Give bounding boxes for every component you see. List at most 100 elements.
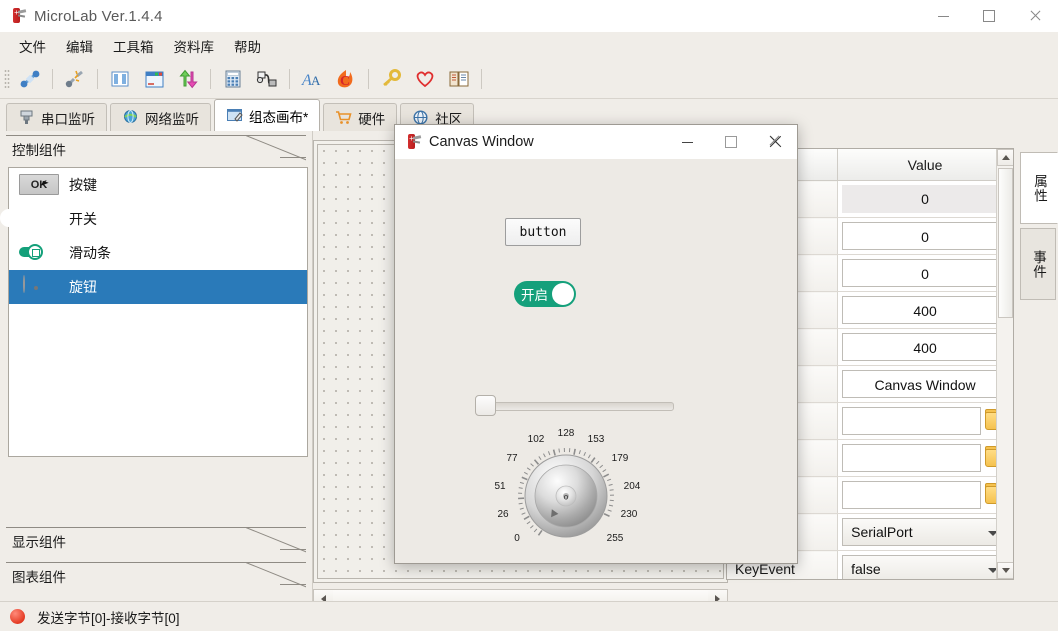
property-value: 0: [837, 254, 1013, 292]
toolbar: AA C: [0, 60, 1058, 99]
swiss-knife-icon: +: [8, 7, 27, 25]
tab-label: 硬件: [358, 111, 386, 127]
knob-tick-255: 255: [607, 533, 624, 544]
dialog-minimize-button[interactable]: [665, 125, 709, 159]
dialog-title: Canvas Window: [429, 134, 534, 150]
property-value: [837, 476, 1013, 514]
columns-view-icon[interactable]: [104, 63, 136, 95]
ok-button-icon: OK: [19, 174, 59, 196]
slider-handle[interactable]: [475, 395, 496, 416]
value-input[interactable]: 400: [842, 333, 1008, 361]
property-value: [837, 402, 1013, 440]
swiss-knife-icon: +: [403, 133, 422, 151]
knob-center-label: o: [564, 493, 569, 502]
canvas-knob-widget[interactable]: o 0 26 51 77 102 128 153 179 204 230 255: [494, 428, 644, 558]
tab-label: 组态画布*: [249, 109, 309, 125]
list-item-slider[interactable]: 滑动条: [9, 236, 307, 270]
tab-network-monitor[interactable]: 网络监听: [110, 103, 211, 131]
value-input[interactable]: 400: [842, 296, 1008, 324]
property-vertical-scrollbar[interactable]: [996, 149, 1013, 579]
menu-toolbox[interactable]: 工具箱: [104, 33, 163, 59]
knob-tick-26: 26: [497, 509, 509, 520]
heart-icon[interactable]: [409, 63, 441, 95]
key-icon[interactable]: [375, 63, 407, 95]
tab-label: 网络监听: [145, 111, 199, 127]
tab-serial-monitor[interactable]: 串口监听: [6, 103, 107, 131]
svg-text:C: C: [340, 74, 350, 89]
component-sidebar: 控制组件 OK 按键 开关 滑动条 旋钮 显示组件 图表组件: [0, 131, 313, 601]
sidebar-section-control[interactable]: 控制组件: [6, 135, 306, 162]
flame-c-icon[interactable]: C: [330, 63, 362, 95]
value-combobox[interactable]: false: [842, 555, 1008, 579]
svg-text:A: A: [311, 73, 321, 88]
toolbar-grip[interactable]: [4, 69, 10, 89]
tab-canvas-designer[interactable]: 组态画布*: [214, 99, 321, 131]
calculator-icon[interactable]: [217, 63, 249, 95]
knob-tick-102: 102: [528, 434, 545, 445]
value-combobox[interactable]: SerialPort: [842, 518, 1008, 546]
canvas-toggle-widget[interactable]: 开启: [514, 281, 576, 307]
knob-tick-128: 128: [558, 428, 575, 439]
list-item-label: 旋钮: [69, 279, 97, 295]
menu-edit[interactable]: 编辑: [57, 33, 102, 59]
canvas-button-widget[interactable]: button: [505, 218, 581, 246]
list-item-label: 开关: [69, 211, 97, 227]
toggle-label: 开启: [521, 288, 548, 303]
dialog-close-button[interactable]: [753, 125, 797, 159]
list-item-knob[interactable]: 旋钮: [9, 270, 307, 304]
section-title: 图表组件: [12, 570, 66, 585]
property-value: false: [837, 550, 1013, 579]
close-button[interactable]: [1012, 0, 1058, 32]
vtab-events[interactable]: 事件: [1020, 228, 1056, 300]
menu-help[interactable]: 帮助: [225, 33, 270, 59]
knob-tick-179: 179: [612, 453, 629, 464]
dialog-maximize-button[interactable]: [709, 125, 753, 159]
sidebar-section-display[interactable]: 显示组件: [6, 527, 306, 554]
minimize-button[interactable]: [920, 0, 966, 32]
combo-selected-value: SerialPort: [851, 524, 913, 540]
font-ascii-icon[interactable]: AA: [296, 63, 328, 95]
list-item-switch[interactable]: 开关: [0, 202, 307, 236]
value-input[interactable]: [842, 444, 981, 472]
knob-tick-0: 0: [514, 533, 520, 544]
status-text: 发送字节[0]-接收字节[0]: [37, 610, 180, 626]
menu-library[interactable]: 资料库: [165, 33, 224, 59]
knob-tick-204: 204: [624, 481, 641, 492]
canvas-slider-widget[interactable]: [475, 394, 674, 416]
scroll-up-button[interactable]: [997, 149, 1013, 166]
tab-hardware[interactable]: 硬件: [323, 103, 398, 131]
serial-port-icon: [18, 109, 35, 126]
vtab-label: 属性: [1032, 173, 1047, 203]
canvas-window-dialog[interactable]: + Canvas Window button 开启 o 0 26 51 77 1…: [394, 124, 798, 564]
disconnect-plug-icon[interactable]: [59, 63, 91, 95]
connect-plug-icon[interactable]: [14, 63, 46, 95]
value-input[interactable]: [842, 407, 981, 435]
maximize-button[interactable]: [966, 0, 1012, 32]
list-item-label: 滑动条: [69, 245, 111, 261]
scroll-down-button[interactable]: [997, 562, 1013, 579]
network-node-icon[interactable]: [251, 63, 283, 95]
book-icon[interactable]: [443, 63, 475, 95]
value-input[interactable]: 0: [842, 222, 1008, 250]
updown-arrows-icon[interactable]: [172, 63, 204, 95]
value-input[interactable]: [842, 481, 981, 509]
vtab-properties[interactable]: 属性: [1020, 152, 1058, 224]
canvas-design-icon: [226, 107, 243, 124]
value-input[interactable]: Canvas Window: [842, 370, 1008, 398]
property-value: 400: [837, 328, 1013, 366]
shopping-cart-icon: [335, 109, 352, 126]
knob-tick-230: 230: [621, 509, 638, 520]
scroll-thumb[interactable]: [998, 168, 1013, 318]
dialog-content[interactable]: button 开启 o 0 26 51 77 102 128 153 179 2…: [395, 159, 797, 563]
app-title: MicroLab Ver.1.4.4: [34, 7, 163, 25]
sidebar-section-chart[interactable]: 图表组件: [6, 562, 306, 589]
property-value: [837, 439, 1013, 477]
menu-file[interactable]: 文件: [10, 33, 55, 59]
slider-track[interactable]: [485, 402, 674, 411]
tab-label: 串口监听: [41, 111, 95, 127]
control-component-list[interactable]: OK 按键 开关 滑动条 旋钮: [0, 167, 308, 457]
value-input[interactable]: 0: [842, 259, 1008, 287]
layout-window-icon[interactable]: [138, 63, 170, 95]
list-item-button[interactable]: OK 按键: [9, 168, 307, 202]
section-corner-decor: [246, 136, 306, 161]
